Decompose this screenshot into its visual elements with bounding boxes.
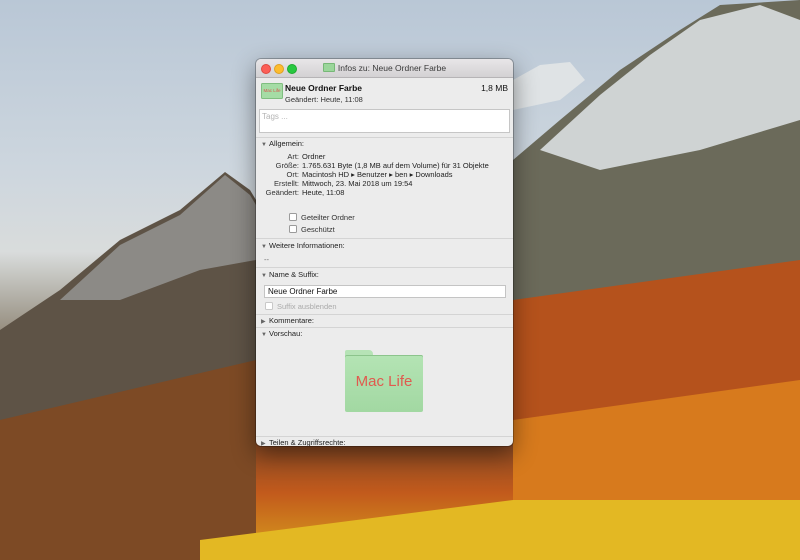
detail-row: Ort: Macintosh HD ▸ Benutzer ▸ ben ▸ Down… [286, 170, 453, 179]
section-more-info: ▼ Weitere Informationen: -- [256, 238, 513, 267]
disclosure-open-icon[interactable]: ▼ [261, 139, 269, 151]
section-preview-header[interactable]: ▼ Vorschau: [256, 328, 513, 340]
detail-row: Art: Ordner [287, 152, 326, 161]
name-field[interactable]: Neue Ordner Farbe [264, 285, 506, 298]
section-name-suffix-header[interactable]: ▼ Name & Suffix: [256, 269, 513, 281]
disclosure-closed-icon[interactable]: ▶ [261, 316, 269, 328]
locked-checkbox[interactable]: Geschützt [256, 223, 513, 235]
folder-icon [322, 63, 335, 72]
section-preview: ▼ Vorschau: Mac Life [256, 327, 513, 436]
section-general-header[interactable]: ▼ Allgemein: [256, 138, 513, 150]
info-header: Mac Life Neue Ordner Farbe 1,8 MB Geände… [256, 78, 513, 109]
section-comments-header[interactable]: ▶ Kommentare: [256, 315, 513, 327]
window-title: Infos zu: Neue Ordner Farbe [256, 63, 513, 73]
shared-folder-checkbox[interactable]: Geteilter Ordner [256, 211, 513, 223]
folder-preview-icon: Mac Life [345, 350, 423, 412]
tags-field[interactable] [259, 109, 510, 133]
detail-row: Geändert: Heute, 11:08 [265, 188, 345, 197]
checkbox-icon[interactable] [289, 225, 297, 233]
preview-area: Mac Life [256, 340, 513, 436]
section-comments: ▶ Kommentare: [256, 314, 513, 327]
hide-suffix-checkbox[interactable]: Suffix ausblenden [256, 300, 513, 312]
file-name: Neue Ordner Farbe [285, 83, 362, 93]
disclosure-closed-icon[interactable]: ▶ [261, 438, 269, 446]
tags-input[interactable] [260, 110, 504, 123]
checkbox-icon[interactable] [265, 302, 273, 310]
section-sharing-header[interactable]: ▶ Teilen & Zugriffsrechte: [256, 437, 513, 446]
more-info-value: -- [264, 255, 269, 264]
info-window: Infos zu: Neue Ordner Farbe Mac Life Neu… [256, 59, 513, 446]
section-name-suffix: ▼ Name & Suffix: Neue Ordner Farbe Suffix… [256, 267, 513, 314]
folder-icon: Mac Life [261, 83, 283, 99]
file-size: 1,8 MB [481, 83, 508, 93]
modified-date: Geändert: Heute, 11:08 [285, 95, 363, 104]
section-general: ▼ Allgemein: Art: Ordner Größe: 1.765.631 B… [256, 137, 513, 238]
detail-row: Größe: 1.765.631 Byte (1,8 MB auf dem Vol… [275, 161, 489, 170]
folder-preview-label: Mac Life [355, 373, 413, 390]
title-bar[interactable]: Infos zu: Neue Ordner Farbe [256, 59, 513, 78]
general-details: Art: Ordner Größe: 1.765.631 Byte (1,8 MB … [256, 150, 513, 197]
checkbox-icon[interactable] [289, 213, 297, 221]
section-more-info-header[interactable]: ▼ Weitere Informationen: [256, 240, 513, 252]
detail-row: Erstellt: Mittwoch, 23. Mai 2018 um 19:54 [273, 179, 413, 188]
disclosure-open-icon[interactable]: ▼ [261, 270, 269, 282]
section-sharing: ▶ Teilen & Zugriffsrechte: [256, 436, 513, 446]
disclosure-open-icon[interactable]: ▼ [261, 241, 269, 253]
